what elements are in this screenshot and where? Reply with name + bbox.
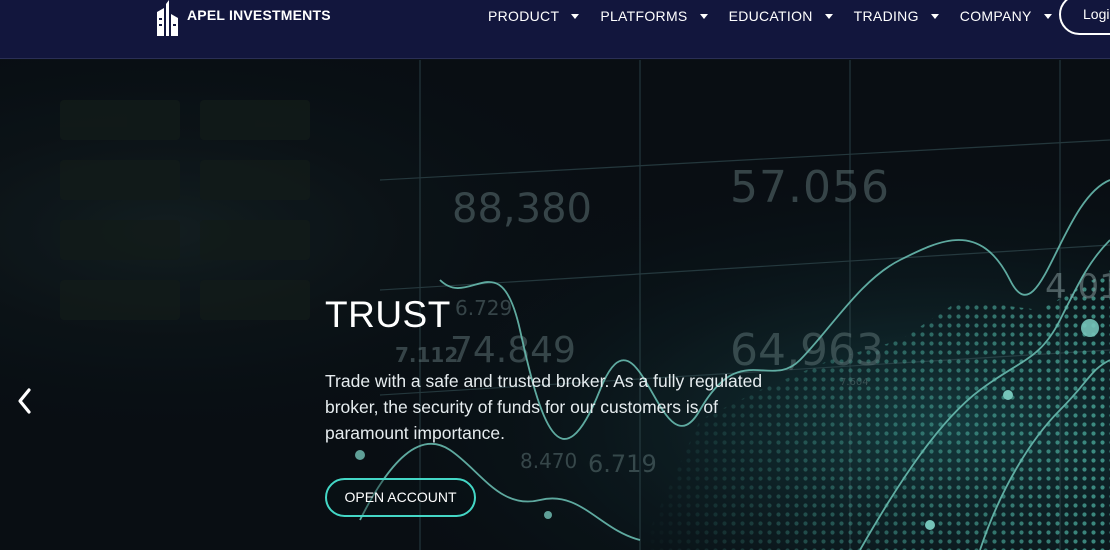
nav-item-label: TRADING	[853, 8, 919, 24]
nav-item-label: EDUCATION	[728, 8, 813, 24]
nav-item-education[interactable]: EDUCATION	[729, 8, 833, 24]
nav-item-platforms[interactable]: PLATFORMS	[600, 8, 708, 24]
hero-description: Trade with a safe and trusted broker. As…	[325, 371, 763, 443]
brand-name: APEL INVESTMENTS	[187, 7, 331, 23]
main-nav: PRODUCT PLATFORMS EDUCATION TRADING COMP…	[488, 0, 1073, 32]
nav-item-label: COMPANY	[959, 8, 1032, 24]
building-icon	[157, 0, 178, 36]
caret-down-icon	[824, 13, 833, 19]
logo[interactable]: APEL INVESTMENTS	[155, 0, 331, 36]
nav-item-label: PLATFORMS	[600, 8, 688, 24]
nav-item-product[interactable]: PRODUCT	[488, 8, 580, 24]
page: APEL INVESTMENTS PRODUCT PLATFORMS EDUCA…	[0, 0, 1110, 550]
caret-down-icon	[1043, 13, 1052, 19]
caret-down-icon	[571, 13, 580, 19]
caret-down-icon	[699, 13, 708, 19]
site-header: APEL INVESTMENTS PRODUCT PLATFORMS EDUCA…	[0, 0, 1110, 59]
nav-item-company[interactable]: COMPANY	[960, 8, 1052, 24]
hero-title: TRUST	[325, 294, 451, 335]
nav-item-trading[interactable]: TRADING	[854, 8, 939, 24]
caret-down-icon	[930, 13, 939, 19]
open-account-button[interactable]: OPEN ACCOUNT	[325, 478, 476, 517]
nav-item-label: PRODUCT	[488, 8, 560, 24]
login-button[interactable]: Login	[1059, 0, 1110, 35]
hero-slider: 57.056 88,380 6.729 7.112 74.849 64,963 …	[0, 60, 1110, 550]
trading-chart-background: 57.056 88,380 6.729 7.112 74.849 64,963 …	[0, 60, 1110, 550]
slider-prev-button[interactable]	[12, 386, 38, 416]
chevron-left-icon	[18, 388, 31, 414]
